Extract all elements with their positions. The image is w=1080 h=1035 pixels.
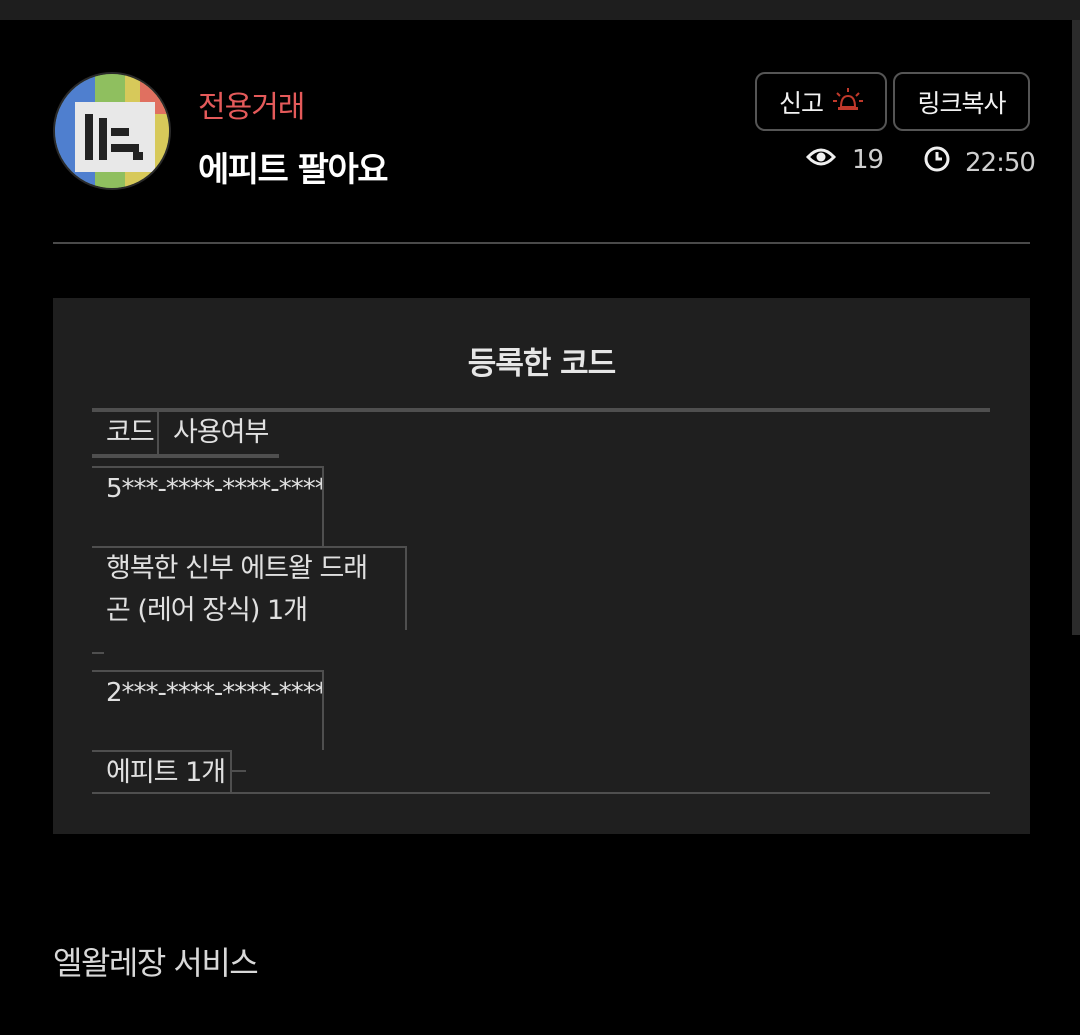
post-category[interactable]: 전용거래 [198,82,305,126]
view-count-value: 19 [852,145,884,175]
codes-table: 코드 사용여부 5***-****-****-**** 행복한 신부 에트왈 드… [92,408,990,794]
registered-codes-title: 등록한 코드 [467,346,616,382]
table-row-used-mark [92,652,104,654]
post-time-value: 22:50 [965,147,1036,178]
clock-icon [923,145,951,180]
table-row-item: 행복한 신부 에트왈 드래곤 (레어 장식) 1개 [92,546,407,630]
report-label: 신고 [778,88,824,118]
header-used: 사용여부 [173,417,269,448]
report-button[interactable]: 신고 [755,72,887,131]
table-row-code: 5***-****-****-**** [92,466,324,546]
table-row-used-mark [232,770,246,772]
scrollbar[interactable] [1072,20,1080,635]
view-count: 19 [805,145,884,175]
service-section-title: 엘왈레장 서비스 [53,944,259,982]
post-title: 에피트 팔아요 [198,150,389,190]
post-time: 22:50 [923,145,1036,180]
table-bottom-border [92,792,990,794]
header-code: 코드 [92,412,159,456]
divider [53,242,1030,244]
header-underline [92,454,279,458]
siren-icon [833,87,863,117]
top-bar [0,0,1080,20]
table-row-item: 에피트 1개 [92,750,232,794]
table-row-code: 2***-****-****-**** [92,670,324,750]
copy-link-button[interactable]: 링크복사 [893,72,1030,131]
eye-icon [805,145,837,175]
registered-codes-panel: 등록한 코드 코드 사용여부 5***-****-****-**** 행복한 신… [53,298,1030,834]
avatar[interactable] [53,72,171,190]
